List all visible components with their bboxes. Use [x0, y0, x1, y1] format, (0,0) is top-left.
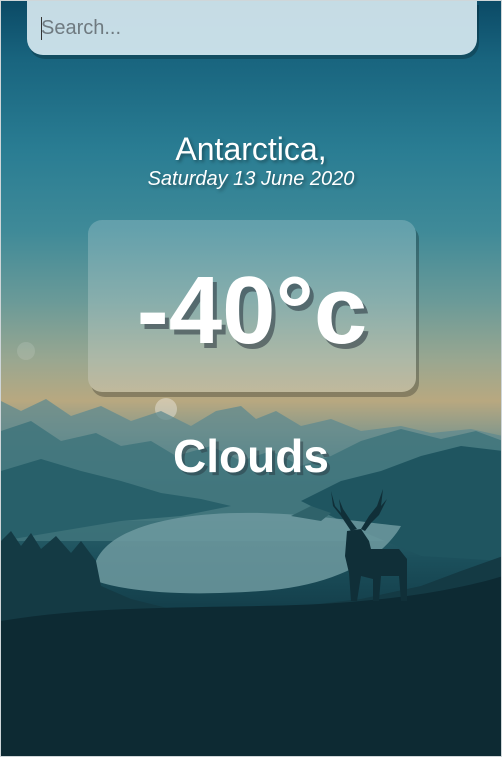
temperature-value: -40°c: [136, 257, 368, 364]
search-input[interactable]: [27, 1, 477, 55]
weather-app: Antarctica, Saturday 13 June 2020 -40°c …: [0, 0, 502, 757]
location-name: Antarctica,: [175, 131, 327, 167]
date-label: Saturday 13 June 2020: [147, 168, 355, 190]
text-cursor: [41, 17, 42, 40]
weather-condition: Clouds: [173, 430, 329, 482]
temperature-card: -40°c: [88, 220, 416, 392]
search-bar[interactable]: [27, 1, 477, 55]
